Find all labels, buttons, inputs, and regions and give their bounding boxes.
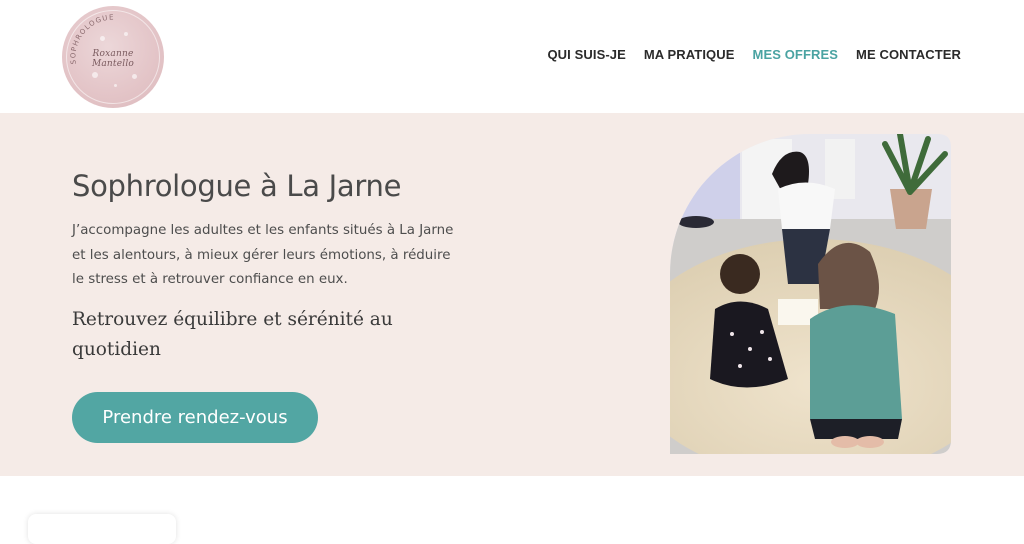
nav-item-ma-pratique[interactable]: MA PRATIQUE: [644, 47, 735, 62]
nav-item-qui-suis-je[interactable]: QUI SUIS-JE: [547, 47, 625, 62]
site-logo[interactable]: SOPHROLOGUE Roxanne Mantello: [62, 6, 164, 108]
hero-section: Sophrologue à La Jarne J’accompagne les …: [0, 113, 1024, 476]
logo-name: Roxanne Mantello: [91, 49, 135, 69]
nav-item-me-contacter[interactable]: ME CONTACTER: [856, 47, 961, 62]
site-header: SOPHROLOGUE Roxanne Mantello QUI SUIS-JE…: [0, 0, 1024, 113]
book-appointment-button[interactable]: Prendre rendez-vous: [72, 392, 318, 443]
content-card: [28, 514, 176, 544]
hero-photo: [670, 134, 951, 454]
hero-subtitle: Retrouvez équilibre et sérénité au quoti…: [72, 309, 393, 360]
hero-description: J’accompagne les adultes et les enfants …: [72, 223, 454, 287]
main-nav: QUI SUIS-JE MA PRATIQUE MES OFFRES ME CO…: [547, 47, 961, 62]
nav-item-mes-offres[interactable]: MES OFFRES: [753, 47, 839, 62]
hero-title: Sophrologue à La Jarne: [72, 169, 402, 203]
